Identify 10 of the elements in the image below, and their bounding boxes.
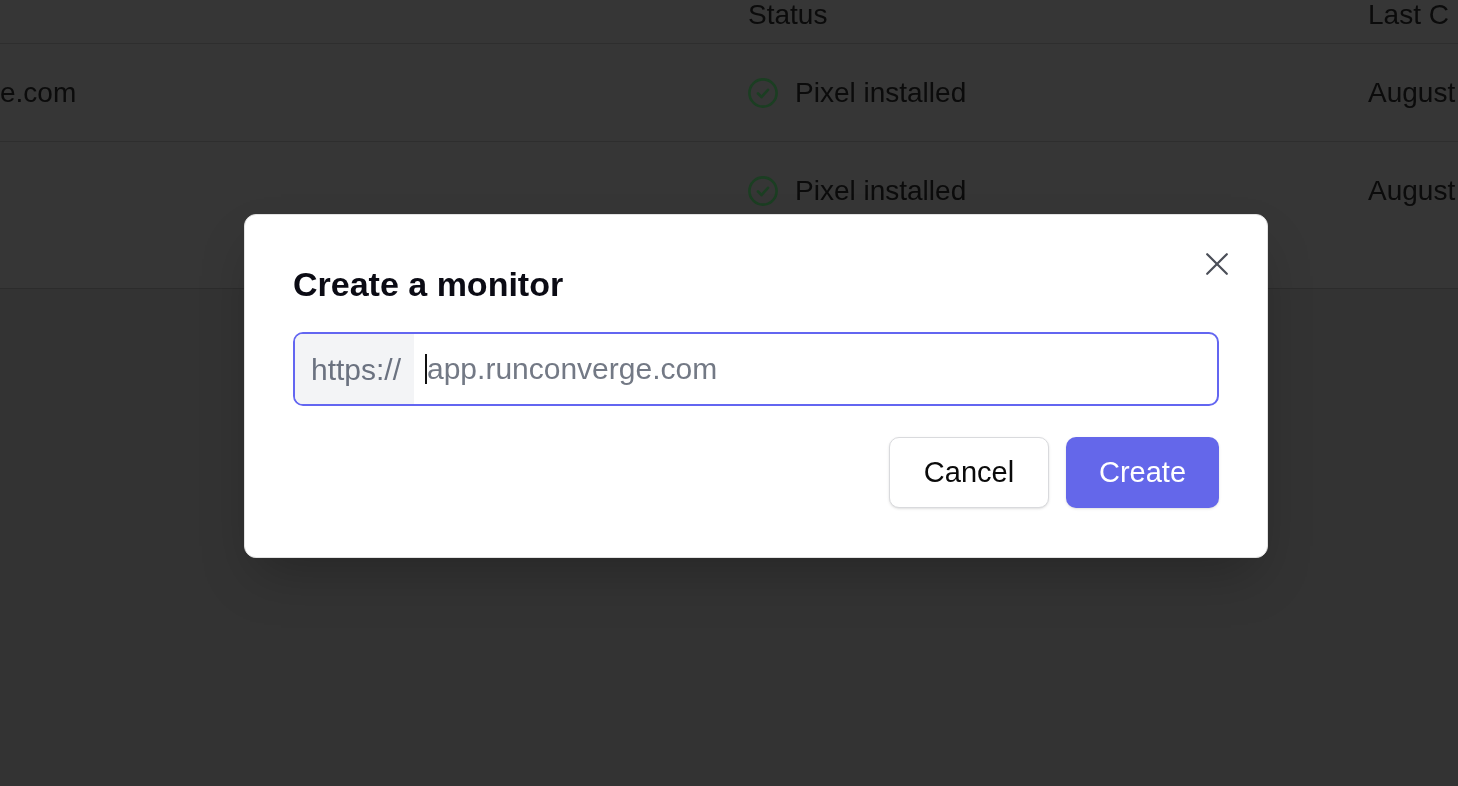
url-input[interactable]: app.runconverge.com xyxy=(427,334,1205,404)
create-button[interactable]: Create xyxy=(1066,437,1219,508)
url-prefix: https:// xyxy=(295,334,414,404)
close-icon xyxy=(1206,253,1228,275)
close-button[interactable] xyxy=(1206,253,1228,275)
check-circle-icon xyxy=(748,77,778,108)
check-circle-icon xyxy=(748,176,778,206)
cancel-button[interactable]: Cancel xyxy=(889,437,1049,508)
url-input-field[interactable]: https:// app.runconverge.com xyxy=(293,332,1219,406)
dialog-title: Create a monitor xyxy=(293,265,564,303)
